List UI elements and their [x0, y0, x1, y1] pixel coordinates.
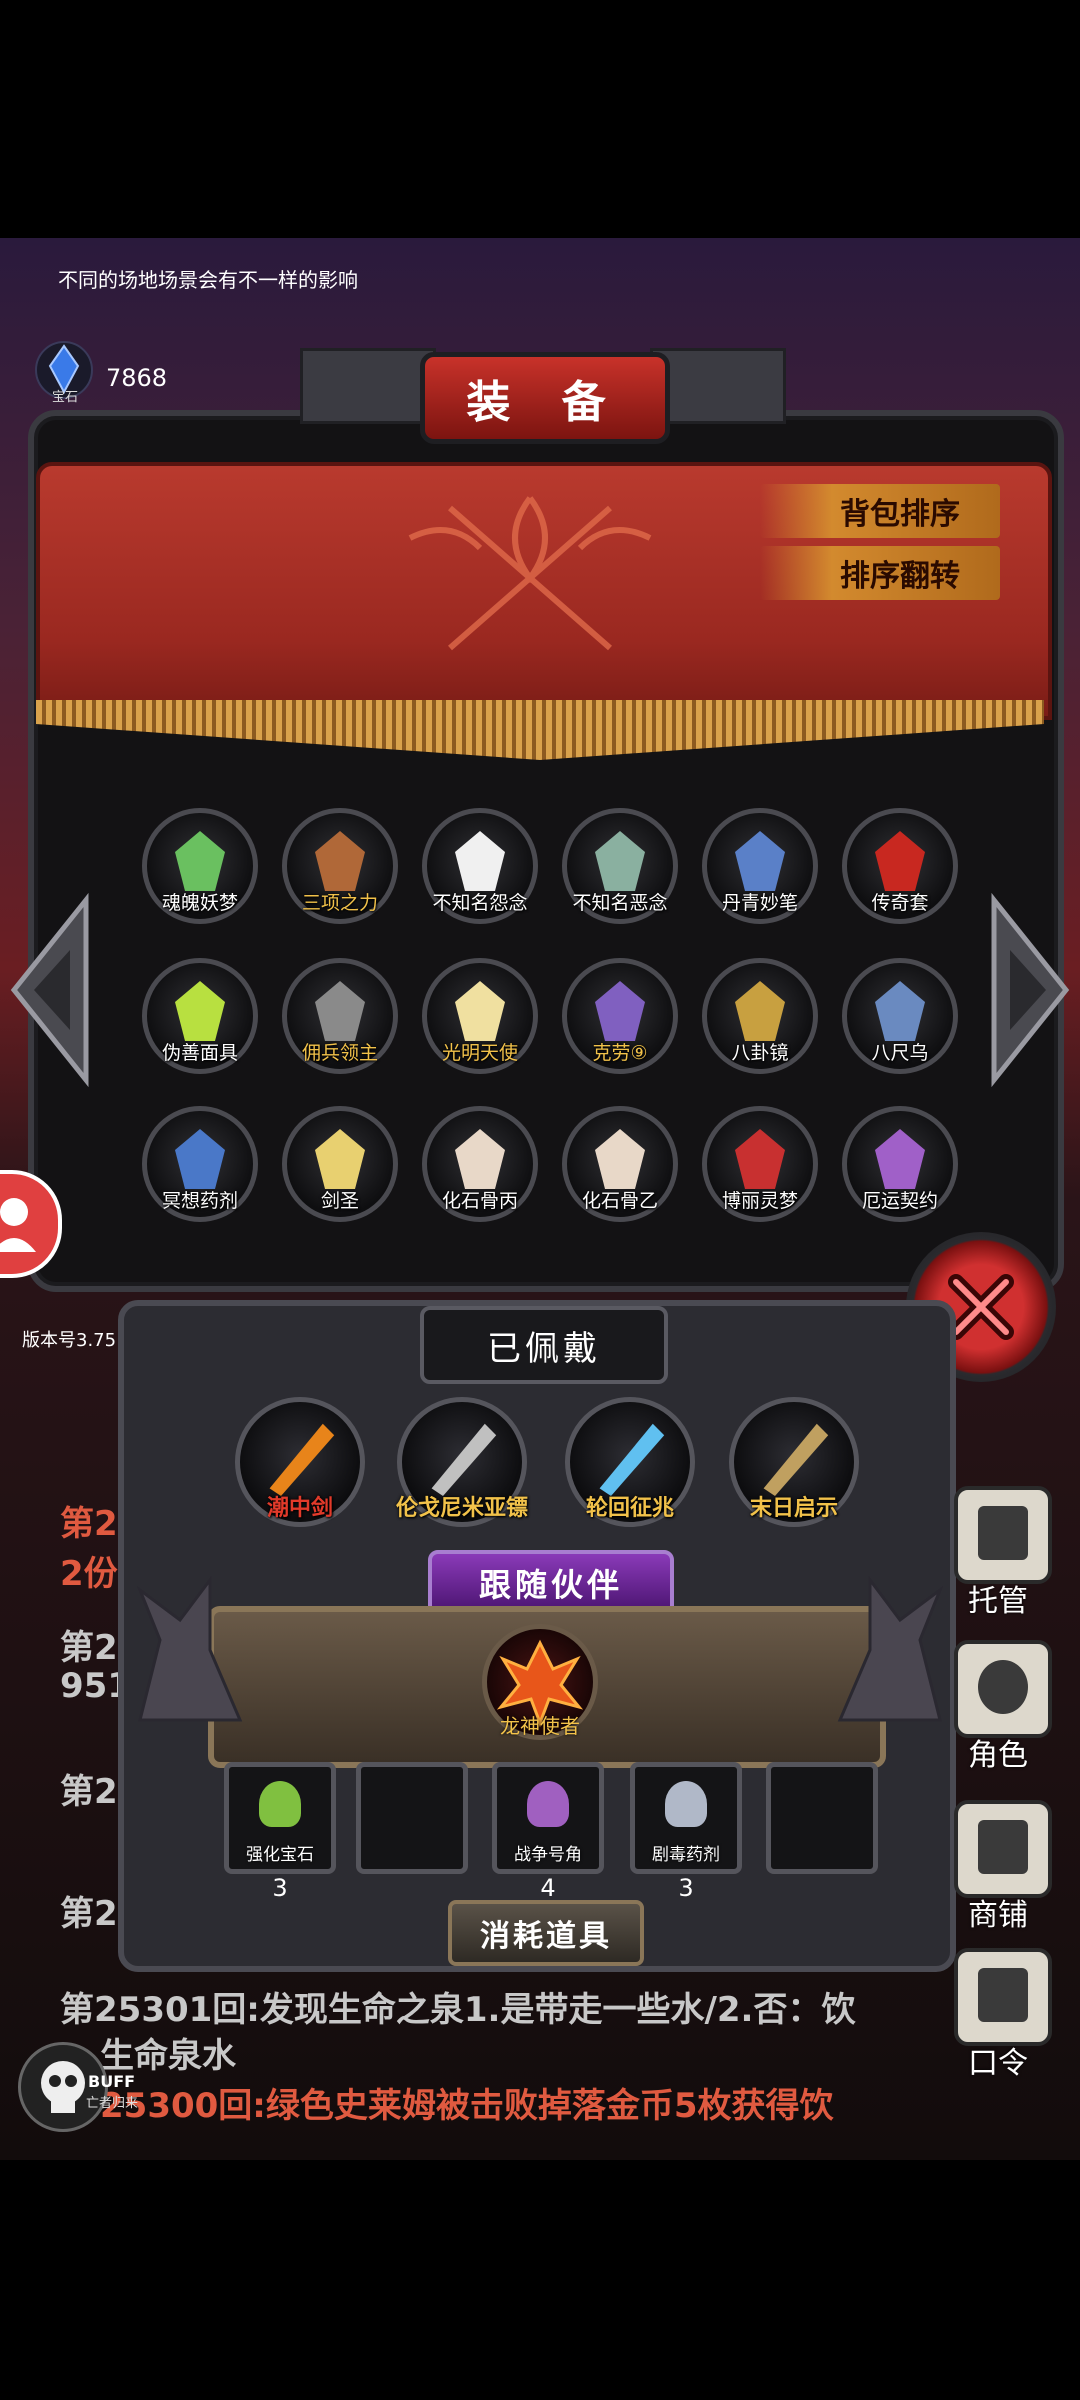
equipment-item-icon [875, 981, 925, 1041]
shop-icon [978, 1820, 1028, 1874]
equipment-item-icon [595, 831, 645, 891]
consumable-icon [259, 1781, 301, 1827]
equipment-item-label: 光明天使 [441, 1042, 518, 1064]
side-menu-button[interactable] [954, 1948, 1052, 2046]
equipment-item-icon [175, 981, 225, 1041]
buff-label: BUFF [88, 2072, 136, 2091]
consumable-label: 剧毒药剂 [652, 1845, 720, 1865]
equipment-item-label: 八尺乌 [871, 1042, 929, 1064]
worn-item-icon [431, 1423, 497, 1496]
hooded-figure-icon [978, 1660, 1028, 1714]
log-line: 第2 [60, 1894, 118, 1934]
scroll-icon [978, 1968, 1028, 2022]
worn-item-icon [269, 1423, 335, 1496]
equipment-item-label: 三项之力 [301, 892, 378, 914]
equipment-item-label: 传奇套 [871, 892, 929, 914]
equipment-item-icon [455, 831, 505, 891]
equipment-item-label: 博丽灵梦 [721, 1190, 798, 1212]
equipment-item-icon [315, 981, 365, 1041]
gem-count: 7868 [106, 364, 168, 392]
hint-text: 不同的场地场景会有不一样的影响 [58, 268, 358, 292]
log-line: 第25301回:发现生命之泉1.是带走一些水/2.否：饮 [60, 1990, 856, 2030]
side-menu-label: 角色 [968, 1738, 1028, 1773]
consumable-slot[interactable] [356, 1762, 468, 1874]
worn-item-label: 轮回征兆 [585, 1496, 674, 1521]
equipment-item-label: 伪善面具 [161, 1042, 238, 1064]
equipment-item-icon [595, 981, 645, 1041]
consumable-count: 4 [540, 1874, 556, 1902]
equipment-item-icon [175, 831, 225, 891]
equipment-item-icon [735, 1129, 785, 1189]
worn-item-label: 潮中剑 [266, 1496, 333, 1521]
person-icon [0, 1198, 36, 1252]
equipment-item-icon [875, 1129, 925, 1189]
crossed-swords-emblem-icon [408, 496, 652, 651]
equipment-item-label: 厄运契约 [861, 1190, 938, 1212]
consumable-count: 3 [272, 1874, 288, 1902]
consumable-icon [665, 1781, 707, 1827]
consumable-icon [527, 1781, 569, 1827]
dice-icon [978, 1506, 1028, 1560]
consumable-slot[interactable] [766, 1762, 878, 1874]
equipment-item-label: 化石骨乙 [581, 1190, 658, 1212]
equipment-item-label: 不知名怨念 [432, 892, 528, 914]
side-menu-button[interactable] [954, 1640, 1052, 1738]
avatar-button[interactable] [0, 1170, 62, 1278]
equipment-item-icon [735, 831, 785, 891]
equipment-item-label: 佣兵领主 [301, 1042, 378, 1064]
equipment-item-icon [315, 1129, 365, 1189]
title-wing-left [300, 348, 436, 424]
worn-item-icon [763, 1423, 829, 1496]
equipment-item-icon [455, 1129, 505, 1189]
gargoyle-left-icon [136, 1575, 243, 1722]
title-wing-right [650, 348, 786, 424]
log-line: 2份 [60, 1554, 118, 1594]
side-menu-button[interactable] [954, 1800, 1052, 1898]
equipment-item-label: 不知名恶念 [572, 892, 668, 914]
log-line: 第2 [60, 1504, 118, 1544]
worn-item-label: 伦戈尼米亚镖 [395, 1496, 528, 1521]
equipment-item-label: 八卦镜 [731, 1042, 789, 1064]
companion-label: 龙神使者 [500, 1714, 580, 1738]
version-text: 版本号3.75 [22, 1330, 117, 1351]
equipment-item-icon [735, 981, 785, 1041]
reverse-sort-button[interactable]: 排序翻转 [760, 546, 1000, 600]
worn-item-label: 末日启示 [749, 1496, 838, 1521]
side-menu-label: 商铺 [968, 1898, 1028, 1933]
equipment-title: 装 备 [420, 352, 670, 444]
equipment-item-label: 剑圣 [320, 1190, 359, 1212]
prev-page-arrow-icon[interactable] [10, 890, 90, 1090]
consumable-label: 强化宝石 [246, 1845, 314, 1865]
equipment-item-label: 丹青妙笔 [721, 892, 798, 914]
equipment-item-icon [175, 1129, 225, 1189]
equipment-item-label: 化石骨丙 [441, 1190, 518, 1212]
equipment-item-icon [875, 831, 925, 891]
gargoyle-right-icon [837, 1575, 944, 1722]
sort-bag-button[interactable]: 背包排序 [760, 484, 1000, 538]
side-menu-label: 托管 [968, 1584, 1028, 1619]
equipment-item-label: 魂魄妖梦 [161, 892, 238, 914]
consumable-label: 战争号角 [514, 1845, 582, 1865]
equipment-item-label: 克劳⑨ [592, 1042, 648, 1064]
equipment-item-label: 冥想药剂 [161, 1190, 238, 1212]
log-line: 生命泉水 [100, 2036, 236, 2076]
worn-title: 已佩戴 [420, 1306, 668, 1384]
side-menu-button[interactable] [954, 1486, 1052, 1584]
side-menu-label: 口令 [968, 2046, 1028, 2081]
next-page-arrow-icon[interactable] [990, 890, 1070, 1090]
log-line: 25300回:绿色史莱姆被击败掉落金币5枚获得饮 [100, 2086, 834, 2126]
equipment-item-icon [455, 981, 505, 1041]
consumables-title: 消耗道具 [448, 1900, 644, 1966]
equipment-item-icon [315, 831, 365, 891]
gem-label: 宝石 [52, 390, 79, 405]
buff-sub-label: 亡者归来 [86, 2096, 139, 2111]
equipment-item-icon [595, 1129, 645, 1189]
worn-item-icon [599, 1423, 665, 1496]
consumable-count: 3 [678, 1874, 694, 1902]
